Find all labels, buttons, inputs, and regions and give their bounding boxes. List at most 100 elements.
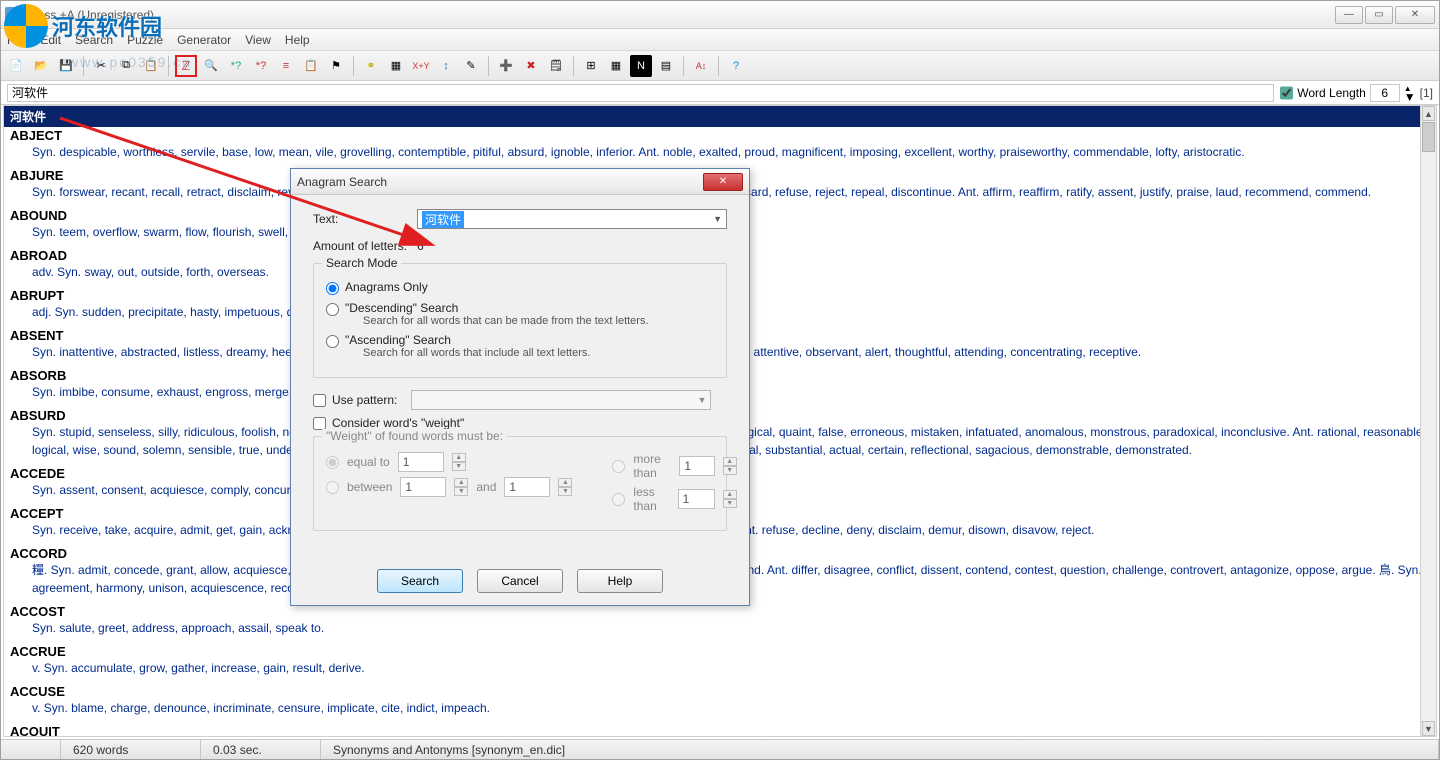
entry-def: v. Syn. accumulate, grow, gather, increa… [10, 659, 1430, 677]
radio-anagrams-label: Anagrams Only [345, 280, 428, 294]
radio-between [326, 481, 339, 494]
menu-view[interactable]: View [245, 33, 271, 47]
tool-note-icon[interactable]: 🗒 [545, 55, 567, 77]
entry-word: ACQUIT [10, 724, 1430, 737]
tool-grid3-icon[interactable]: ▦ [605, 55, 627, 77]
scrollbar[interactable]: ▲ ▼ [1420, 105, 1437, 737]
tool-search-icon[interactable]: 🔍 [200, 55, 222, 77]
help-button[interactable]: Help [577, 569, 663, 593]
maximize-button[interactable]: ▭ [1365, 6, 1393, 24]
pattern-combo[interactable]: ▼ [411, 390, 711, 410]
spinner-icon[interactable]: ▲▼ [1404, 85, 1416, 101]
radio-descending-label: "Descending" Search [345, 301, 458, 315]
spinner-icon: ▲▼ [454, 478, 468, 496]
radio-descending[interactable] [326, 303, 339, 316]
tool-abc-icon[interactable]: A↕ [690, 55, 712, 77]
tool-bars-icon[interactable]: ≡ [275, 55, 297, 77]
equal-label: equal to [347, 455, 390, 469]
wordlen-checkbox[interactable] [1280, 84, 1293, 102]
entry-def: Syn. despicable, worthless, servile, bas… [10, 143, 1430, 161]
menu-file[interactable]: File [7, 33, 26, 47]
weight-title: "Weight" of found words must be: [322, 429, 507, 443]
scroll-thumb[interactable] [1422, 122, 1435, 152]
tool-anagram-highlighted[interactable]: ℤ [175, 55, 197, 77]
menu-search[interactable]: Search [75, 33, 113, 47]
spin-between2: 1 [504, 477, 550, 497]
scroll-up-icon[interactable]: ▲ [1422, 106, 1435, 121]
tool-link-icon[interactable]: ⚭ [360, 55, 382, 77]
menu-generator[interactable]: Generator [177, 33, 231, 47]
entry: ACCRUEv. Syn. accumulate, grow, gather, … [4, 643, 1436, 683]
text-combo[interactable]: 河软件 ▼ [417, 209, 727, 229]
tool-delete-icon[interactable]: ✖ [520, 55, 542, 77]
tool-copy-icon[interactable]: ⧉ [115, 55, 137, 77]
radio-equal [326, 456, 339, 469]
search-mode-title: Search Mode [322, 256, 401, 270]
dialog-close-button[interactable]: ✕ [703, 173, 743, 191]
tool-clipboard-icon[interactable]: 📋 [300, 55, 322, 77]
menu-puzzle[interactable]: Puzzle [127, 33, 163, 47]
entry-word: ACCOST [10, 604, 1430, 619]
scroll-down-icon[interactable]: ▼ [1422, 721, 1435, 736]
tool-save-icon[interactable]: 💾 [55, 55, 77, 77]
menu-edit[interactable]: Edit [40, 33, 61, 47]
tool-asterisk-icon[interactable]: *? [225, 55, 247, 77]
use-pattern-checkbox[interactable] [313, 394, 326, 407]
tool-grid2-icon[interactable]: ⊞ [580, 55, 602, 77]
results-header: 河软件 [4, 106, 1436, 127]
tool-xy-icon[interactable]: X+Y [410, 55, 432, 77]
entry-word: ACCUSE [10, 684, 1430, 699]
entry: ABJECTSyn. despicable, worthless, servil… [4, 127, 1436, 167]
tool-add-icon[interactable]: ➕ [495, 55, 517, 77]
dropdown-icon[interactable]: ▼ [713, 214, 722, 224]
search-input[interactable] [7, 84, 1274, 102]
menu-help[interactable]: Help [285, 33, 310, 47]
text-label: Text: [313, 212, 411, 226]
weight-group: "Weight" of found words must be: equal t… [313, 436, 727, 531]
tool-black-icon[interactable]: N [630, 55, 652, 77]
close-button[interactable]: ✕ [1395, 6, 1435, 24]
radio-more [612, 460, 625, 473]
tool-help-icon[interactable]: ? [725, 55, 747, 77]
entry-word: ACCRUE [10, 644, 1430, 659]
titlebar: Cross +A (Unregistered) — ▭ ✕ [1, 1, 1439, 29]
amount-value: 6 [417, 239, 424, 253]
minimize-button[interactable]: — [1335, 6, 1363, 24]
radio-descending-sub: Search for all words that can be made fr… [363, 315, 649, 327]
menubar: File Edit Search Puzzle Generator View H… [1, 29, 1439, 51]
spinner-icon: ▲▼ [452, 453, 466, 471]
tool-grid-icon[interactable]: ▦ [385, 55, 407, 77]
and-label: and [476, 480, 496, 494]
radio-less [612, 493, 625, 506]
amount-label: Amount of letters: [313, 239, 411, 253]
radio-anagrams[interactable] [326, 282, 339, 295]
app-icon [5, 7, 21, 23]
statusbar: 620 words 0.03 sec. Synonyms and Antonym… [1, 739, 1439, 759]
window-title: Cross +A (Unregistered) [25, 8, 1335, 22]
wordlen-value[interactable] [1370, 84, 1400, 102]
tool-edit-icon[interactable]: ✎ [460, 55, 482, 77]
anagram-dialog: Anagram Search ✕ Text: 河软件 ▼ Amount of l… [290, 168, 750, 606]
tool-wildcard-icon[interactable]: *? [250, 55, 272, 77]
cancel-button[interactable]: Cancel [477, 569, 563, 593]
entry: ACCOSTSyn. salute, greet, address, appro… [4, 603, 1436, 643]
tool-open-icon[interactable]: 📂 [30, 55, 52, 77]
tool-sort-icon[interactable]: ↕ [435, 55, 457, 77]
consider-weight-checkbox[interactable] [313, 417, 326, 430]
tool-paste-icon[interactable]: 📋 [140, 55, 162, 77]
radio-ascending[interactable] [326, 335, 339, 348]
spinner-icon: ▲▼ [723, 457, 737, 475]
anagram-icon: ℤ [182, 59, 191, 73]
dropdown-icon: ▼ [697, 395, 706, 405]
tool-new-icon[interactable]: 📄 [5, 55, 27, 77]
radio-ascending-sub: Search for all words that include all te… [363, 347, 590, 359]
tool-cut-icon[interactable]: ✂ [90, 55, 112, 77]
spinner-icon: ▲▼ [723, 490, 737, 508]
spin-more: 1 [679, 456, 714, 476]
tool-grid4-icon[interactable]: ▤ [655, 55, 677, 77]
more-label: more than [633, 452, 671, 480]
tool-flag-icon[interactable]: ⚑ [325, 55, 347, 77]
status-time: 0.03 sec. [201, 740, 321, 759]
search-button[interactable]: Search [377, 569, 463, 593]
toolbar: 📄 📂 💾 ✂ ⧉ 📋 ℤ 🔍 *? *? ≡ 📋 ⚑ ⚭ ▦ X+Y ↕ ✎ … [1, 51, 1439, 81]
